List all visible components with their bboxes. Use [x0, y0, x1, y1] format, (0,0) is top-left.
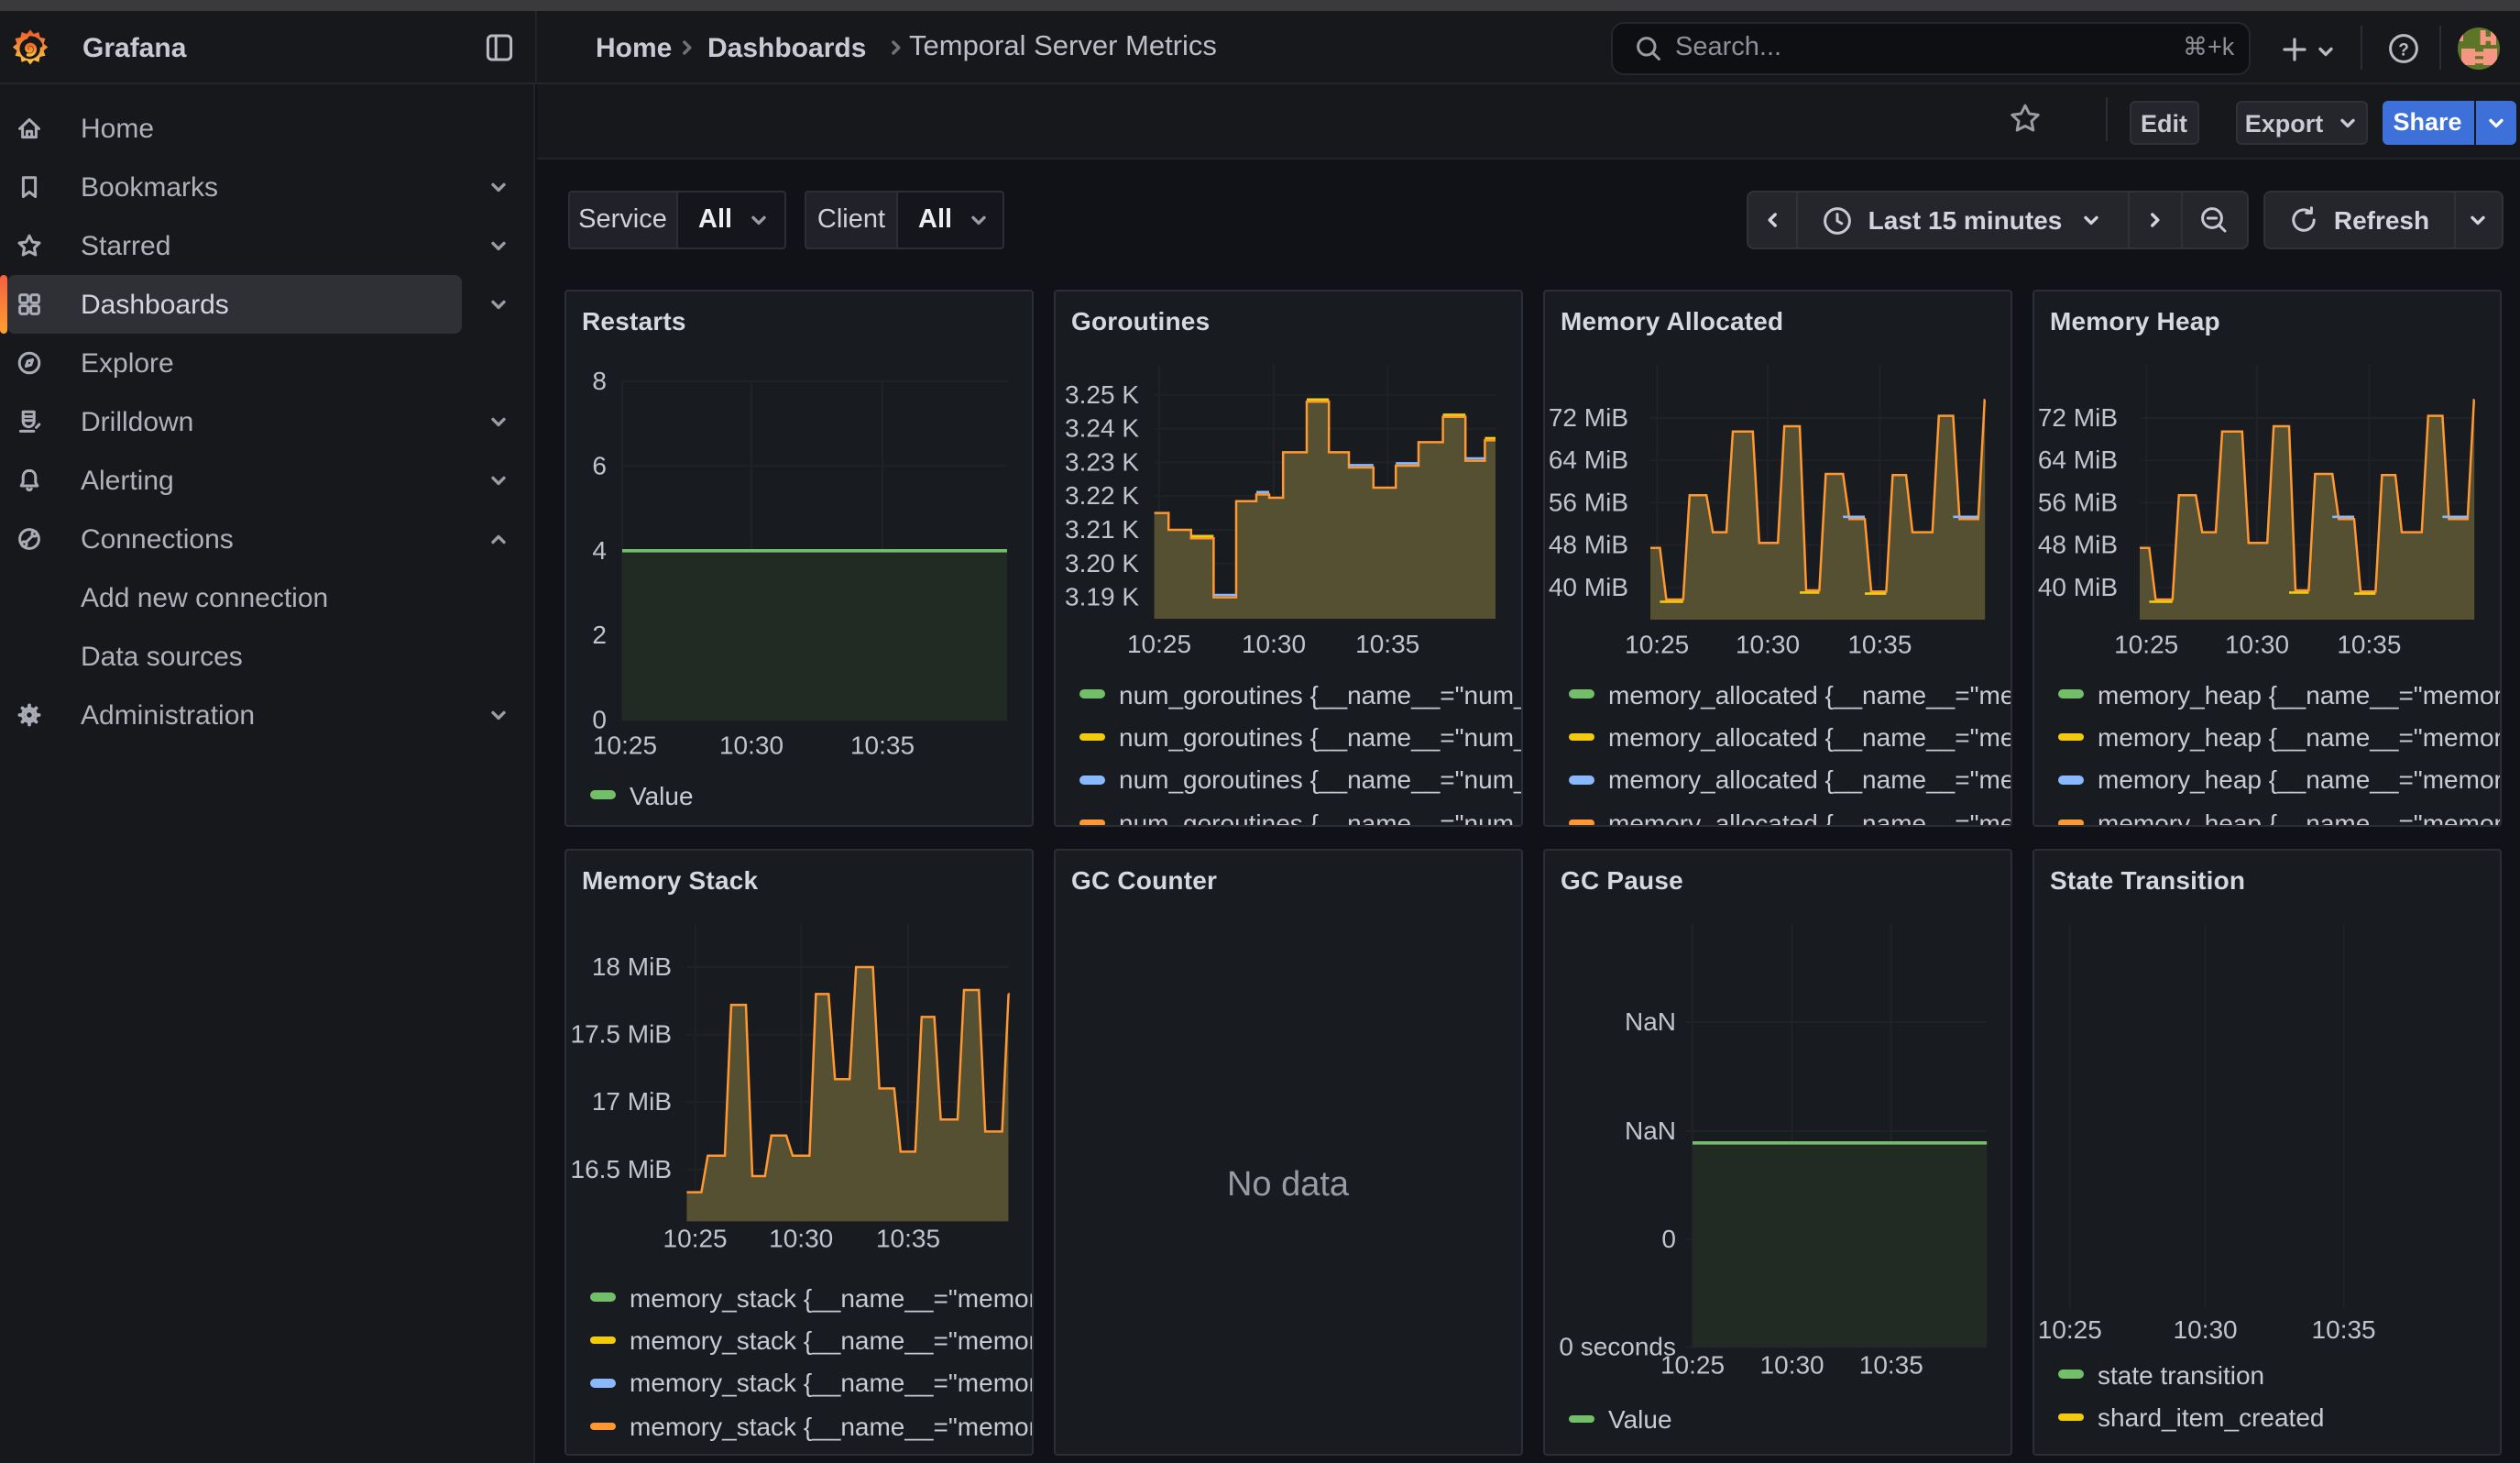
svg-text:72 MiB: 72 MiB — [2037, 403, 2117, 432]
svg-text:64 MiB: 64 MiB — [2037, 446, 2117, 474]
svg-text:10:25: 10:25 — [592, 732, 656, 760]
svg-text:3.19 K: 3.19 K — [1064, 583, 1138, 611]
svg-text:3.20 K: 3.20 K — [1064, 549, 1138, 578]
svg-text:10:35: 10:35 — [1858, 1351, 1923, 1380]
svg-text:10:25: 10:25 — [1126, 630, 1190, 658]
svg-text:10:35: 10:35 — [849, 732, 914, 760]
svg-text:10:25: 10:25 — [1624, 631, 1688, 659]
svg-text:48 MiB: 48 MiB — [2037, 531, 2117, 559]
svg-text:18 MiB: 18 MiB — [591, 952, 671, 981]
svg-text:17.5 MiB: 17.5 MiB — [570, 1020, 672, 1049]
svg-text:72 MiB: 72 MiB — [1548, 403, 1627, 432]
svg-text:4: 4 — [591, 536, 606, 565]
svg-text:10:30: 10:30 — [1241, 630, 1305, 658]
svg-text:0: 0 — [1660, 1225, 1675, 1253]
svg-text:6: 6 — [591, 451, 606, 479]
svg-text:10:30: 10:30 — [2173, 1315, 2237, 1344]
svg-text:0: 0 — [591, 706, 606, 734]
svg-text:10:35: 10:35 — [875, 1225, 939, 1253]
svg-text:10:35: 10:35 — [1354, 630, 1419, 658]
svg-text:10:25: 10:25 — [663, 1225, 727, 1253]
svg-text:NaN: NaN — [1624, 1007, 1675, 1036]
svg-text:10:35: 10:35 — [2311, 1315, 2375, 1344]
svg-text:10:30: 10:30 — [768, 1225, 832, 1253]
svg-text:40 MiB: 40 MiB — [2037, 573, 2117, 601]
svg-text:10:30: 10:30 — [2224, 631, 2288, 659]
svg-text:?: ? — [2398, 41, 2409, 60]
svg-text:3.25 K: 3.25 K — [1064, 380, 1138, 409]
svg-text:2: 2 — [591, 621, 606, 649]
svg-text:10:35: 10:35 — [1846, 631, 1911, 659]
svg-text:3.24 K: 3.24 K — [1064, 414, 1138, 443]
svg-text:10:30: 10:30 — [718, 732, 783, 760]
svg-text:10:35: 10:35 — [2336, 631, 2400, 659]
svg-text:56 MiB: 56 MiB — [2037, 488, 2117, 516]
svg-text:16.5 MiB: 16.5 MiB — [570, 1155, 672, 1183]
svg-text:8: 8 — [591, 367, 606, 395]
svg-text:56 MiB: 56 MiB — [1548, 488, 1627, 516]
svg-text:3.22 K: 3.22 K — [1064, 481, 1138, 510]
svg-text:10:25: 10:25 — [1660, 1351, 1724, 1380]
svg-text:10:30: 10:30 — [1759, 1351, 1824, 1380]
svg-text:3.21 K: 3.21 K — [1064, 515, 1138, 544]
svg-text:0 seconds: 0 seconds — [1558, 1333, 1675, 1361]
svg-text:10:25: 10:25 — [2113, 631, 2177, 659]
svg-text:10:25: 10:25 — [2037, 1315, 2101, 1344]
svg-text:3.23 K: 3.23 K — [1064, 447, 1138, 476]
svg-text:10:30: 10:30 — [1735, 631, 1799, 659]
svg-text:17 MiB: 17 MiB — [591, 1087, 671, 1116]
svg-text:48 MiB: 48 MiB — [1548, 531, 1627, 559]
svg-text:64 MiB: 64 MiB — [1548, 446, 1627, 474]
svg-text:40 MiB: 40 MiB — [1548, 573, 1627, 601]
svg-text:NaN: NaN — [1624, 1116, 1675, 1145]
